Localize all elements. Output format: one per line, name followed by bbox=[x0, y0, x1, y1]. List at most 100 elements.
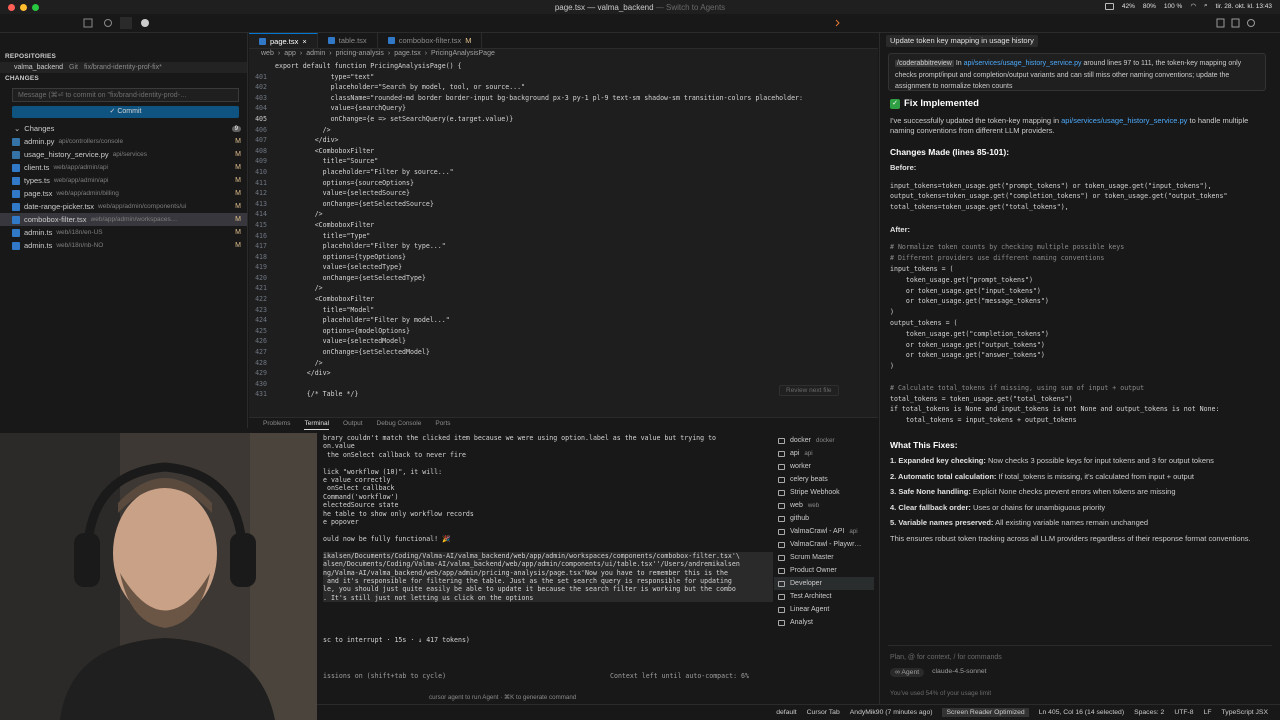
mode-selector[interactable]: ∞ Agent bbox=[890, 668, 925, 677]
status-item[interactable]: AndyMik90 (7 minutes ago) bbox=[850, 709, 933, 716]
editor-tab[interactable]: page.tsx × bbox=[249, 33, 318, 48]
editor-tab[interactable]: combobox-filter.tsx M bbox=[378, 33, 483, 48]
status-item[interactable]: UTF-8 bbox=[1174, 709, 1193, 716]
changes-group[interactable]: ⌄ Changes 9 bbox=[0, 122, 247, 135]
code-line[interactable]: export default function PricingAnalysisP… bbox=[249, 61, 878, 72]
changed-file-row[interactable]: admin.ts web/i18n/en-US M bbox=[0, 226, 247, 239]
repo-branch[interactable]: fix/brand-identity-prof-fix* bbox=[84, 64, 162, 71]
breadcrumb-item[interactable]: page.tsx bbox=[394, 50, 420, 60]
search-sidebar-icon[interactable] bbox=[104, 19, 112, 27]
code-line[interactable]: 405 onChange={e => setSearchQuery(e.targ… bbox=[249, 114, 878, 125]
status-item[interactable]: Cursor Tab bbox=[807, 709, 840, 716]
code-line[interactable]: 408 <ComboboxFilter bbox=[249, 146, 878, 157]
breadcrumb-item[interactable]: admin bbox=[306, 50, 325, 60]
code-area[interactable]: export default function PricingAnalysisP… bbox=[249, 61, 878, 400]
panel-tab[interactable]: Problems bbox=[263, 420, 290, 430]
changed-file-row[interactable]: date-range-picker.tsx web/app/admin/compo… bbox=[0, 200, 247, 213]
terminal-instance[interactable]: Test Architect bbox=[774, 590, 874, 603]
source-control-icon[interactable] bbox=[120, 17, 132, 29]
code-line[interactable]: 426 value={selectedModel} bbox=[249, 336, 878, 347]
breadcrumb-item[interactable]: app bbox=[284, 50, 296, 60]
terminal-instance[interactable]: ValmaCrawl - API api bbox=[774, 525, 874, 538]
panel-tab[interactable]: Terminal bbox=[304, 420, 330, 430]
code-line[interactable]: 420 onChange={setSelectedType} bbox=[249, 273, 878, 284]
code-line[interactable]: 411 options={sourceOptions} bbox=[249, 178, 878, 189]
code-line[interactable]: 404 value={searchQuery} bbox=[249, 103, 878, 114]
extension-icon[interactable] bbox=[835, 19, 840, 27]
repositories-header[interactable]: REPOSITORIES bbox=[0, 51, 247, 62]
changed-file-row[interactable]: admin.py api/controllers/console M bbox=[0, 135, 247, 148]
terminal-instance[interactable]: web web bbox=[774, 499, 874, 512]
status-item[interactable]: Ln 405, Col 16 (14 selected) bbox=[1039, 709, 1124, 716]
status-item[interactable]: Spaces: 2 bbox=[1134, 709, 1164, 716]
panel-left-icon[interactable] bbox=[1216, 18, 1225, 28]
search-icon[interactable]: ⌕ bbox=[1204, 2, 1208, 10]
code-line[interactable]: 406 /> bbox=[249, 125, 878, 136]
terminal-output[interactable]: brary couldn't match the clicked item be… bbox=[323, 434, 773, 694]
commit-message-input[interactable]: Message (⌘⏎ to commit on "fix/brand-iden… bbox=[12, 88, 239, 102]
code-line[interactable]: 423 title="Model" bbox=[249, 305, 878, 316]
code-line[interactable]: 422 <ComboboxFilter bbox=[249, 294, 878, 305]
panel-tab[interactable]: Ports bbox=[435, 420, 450, 430]
code-line[interactable]: 427 onChange={setSelectedModel} bbox=[249, 347, 878, 358]
changed-file-row[interactable]: types.ts web/app/admin/api M bbox=[0, 174, 247, 187]
terminal-instance[interactable]: docker docker bbox=[774, 434, 874, 447]
display-icon[interactable] bbox=[1104, 2, 1114, 10]
code-line[interactable]: 419 value={selectedType} bbox=[249, 262, 878, 273]
intro-file-link[interactable]: api/services/usage_history_service.py bbox=[1061, 116, 1187, 125]
code-line[interactable]: 414 /> bbox=[249, 209, 878, 220]
changed-file-row[interactable]: page.tsx web/app/admin/billing M bbox=[0, 187, 247, 200]
code-line[interactable]: 409 title="Source" bbox=[249, 156, 878, 167]
status-item[interactable]: Screen Reader Optimized bbox=[942, 708, 1029, 717]
terminal-instance[interactable]: Linear Agent bbox=[774, 603, 874, 616]
terminal-instance[interactable]: Product Owner bbox=[774, 564, 874, 577]
panel-tab[interactable]: Debug Console bbox=[377, 420, 422, 430]
code-line[interactable]: 425 options={modelOptions} bbox=[249, 326, 878, 337]
code-line[interactable]: 418 options={typeOptions} bbox=[249, 252, 878, 263]
close-tab-icon[interactable]: × bbox=[302, 37, 306, 46]
changed-file-row[interactable]: combobox-filter.tsx web/app/admin/workspa… bbox=[0, 213, 247, 226]
changed-file-row[interactable]: usage_history_service.py api/services M bbox=[0, 148, 247, 161]
after-code-block[interactable]: # Normalize token counts by checking mul… bbox=[890, 242, 1270, 426]
repository-row[interactable]: valma_backend Git fix/brand-identity-pro… bbox=[0, 62, 247, 73]
code-line[interactable]: 421 /> bbox=[249, 283, 878, 294]
terminal-instance[interactable]: worker bbox=[774, 460, 874, 473]
before-code-block[interactable]: input_tokens=token_usage.get("prompt_tok… bbox=[890, 181, 1270, 213]
breadcrumb-item[interactable]: pricing-analysis bbox=[336, 50, 384, 60]
status-item[interactable]: default bbox=[776, 709, 796, 716]
wifi-icon[interactable]: ◠ bbox=[1190, 2, 1196, 10]
code-line[interactable]: 417 placeholder="Filter by type..." bbox=[249, 241, 878, 252]
terminal-instance[interactable]: api api bbox=[774, 447, 874, 460]
terminal-instance[interactable]: Analyst bbox=[774, 616, 874, 629]
code-line[interactable]: 412 value={selectedSource} bbox=[249, 188, 878, 199]
terminal-instance[interactable]: celery beats bbox=[774, 473, 874, 486]
model-selector[interactable]: claude-4.5-sonnet bbox=[932, 668, 986, 677]
changed-file-row[interactable]: client.ts web/app/admin/api M bbox=[0, 161, 247, 174]
agent-input[interactable]: Plan, @ for context, / for commands ∞ Ag… bbox=[888, 645, 1272, 689]
user-message[interactable]: /coderabbitreview In api/services/usage_… bbox=[888, 53, 1266, 91]
explorer-icon[interactable] bbox=[83, 18, 93, 28]
code-line[interactable]: 428 /> bbox=[249, 358, 878, 369]
commit-button[interactable]: ✓ Commit bbox=[12, 106, 239, 118]
code-line[interactable]: 401 type="text" bbox=[249, 72, 878, 83]
run-debug-icon[interactable] bbox=[141, 19, 149, 27]
code-line[interactable]: 424 placeholder="Filter by model..." bbox=[249, 315, 878, 326]
terminal-instance[interactable]: Scrum Master bbox=[774, 551, 874, 564]
status-item[interactable]: TypeScript JSX bbox=[1222, 709, 1268, 716]
breadcrumb-item[interactable]: web bbox=[261, 50, 274, 60]
terminal-instance[interactable]: ValmaCrawl - Playwr… bbox=[774, 538, 874, 551]
terminal-instance[interactable]: github bbox=[774, 512, 874, 525]
msg-file-link[interactable]: api/services/usage_history_service.py bbox=[964, 60, 1082, 67]
code-line[interactable]: 413 onChange={setSelectedSource} bbox=[249, 199, 878, 210]
code-line[interactable]: 403 className="rounded-md border border-… bbox=[249, 93, 878, 104]
settings-icon[interactable] bbox=[1247, 19, 1255, 27]
changed-file-row[interactable]: admin.ts web/i18n/nb-NO M bbox=[0, 239, 247, 252]
code-line[interactable]: 416 title="Type" bbox=[249, 231, 878, 242]
agent-chat-tab[interactable]: Update token key mapping in usage histor… bbox=[886, 35, 1038, 47]
changes-header[interactable]: CHANGES bbox=[0, 73, 247, 84]
clock[interactable]: tir. 28. okt. kl. 13:43 bbox=[1216, 3, 1272, 10]
code-line[interactable]: 415 <ComboboxFilter bbox=[249, 220, 878, 231]
status-item[interactable]: LF bbox=[1204, 709, 1212, 716]
breadcrumb-item[interactable]: PricingAnalysisPage bbox=[431, 50, 495, 60]
editor-tab[interactable]: table.tsx bbox=[318, 33, 378, 48]
